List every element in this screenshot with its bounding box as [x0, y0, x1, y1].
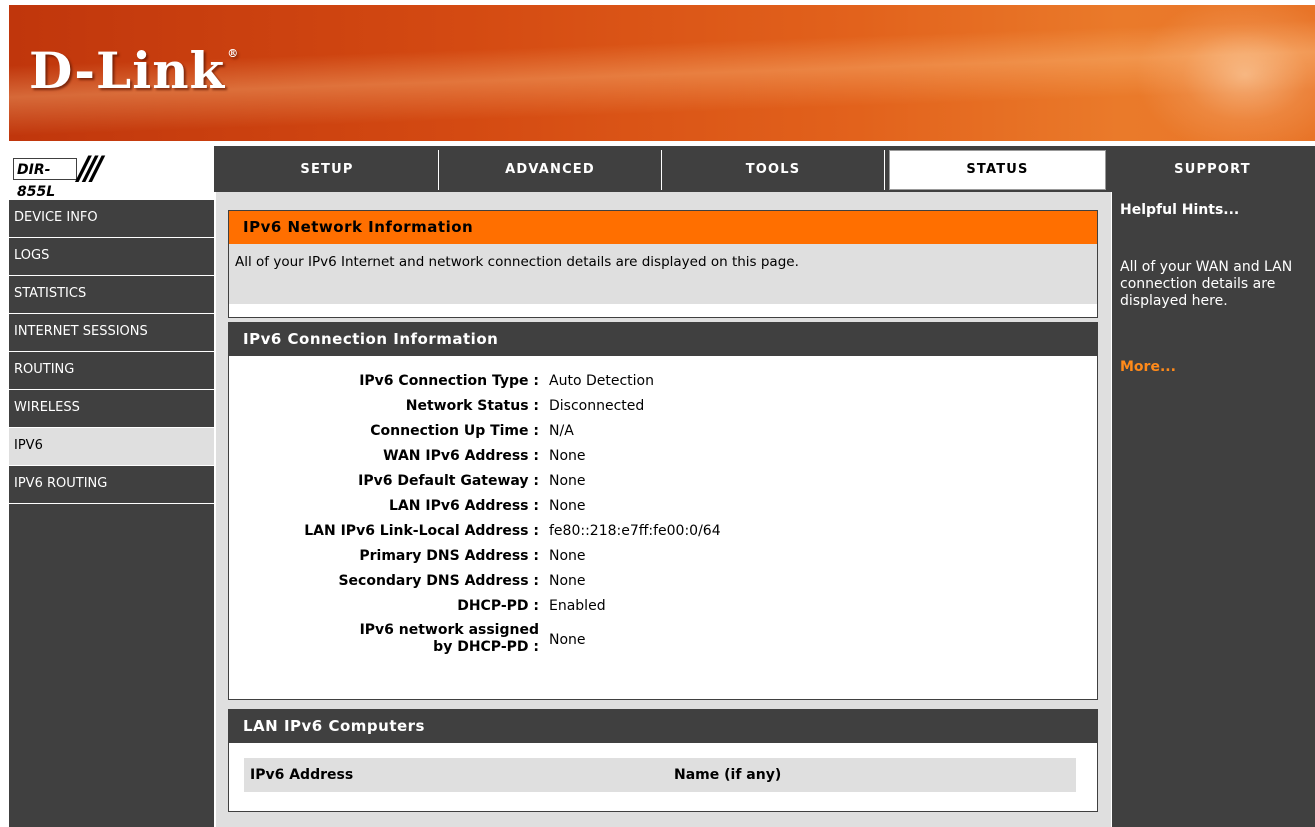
info-row-connection-type: IPv6 Connection Type : Auto Detection — [229, 369, 1097, 394]
info-value: Disconnected — [549, 398, 645, 414]
info-label: Connection Up Time : — [370, 423, 539, 439]
info-value: None — [549, 448, 586, 464]
info-label: Primary DNS Address : — [359, 548, 539, 564]
tab-setup[interactable]: SETUP — [216, 150, 439, 190]
sidebar-item-internet-sessions[interactable]: INTERNET SESSIONS — [9, 314, 214, 352]
tab-advanced[interactable]: ADVANCED — [439, 150, 662, 190]
hints-title: Helpful Hints... — [1120, 202, 1240, 218]
info-value: None — [549, 573, 586, 589]
info-value: Auto Detection — [549, 373, 654, 389]
info-label: IPv6 Default Gateway : — [358, 473, 539, 489]
info-row-default-gateway: IPv6 Default Gateway : None — [229, 469, 1097, 494]
info-label: Secondary DNS Address : — [338, 573, 539, 589]
info-value: N/A — [549, 423, 574, 439]
sidebar-item-ipv6[interactable]: IPV6 — [9, 428, 214, 466]
info-row-connection-up-time: Connection Up Time : N/A — [229, 419, 1097, 444]
hints-more-link[interactable]: More... — [1120, 359, 1176, 375]
banner-glow — [1135, 5, 1315, 141]
lan-computers-table-header: IPv6 Address Name (if any) — [243, 757, 1077, 793]
tab-support[interactable]: SUPPORT — [1110, 150, 1315, 190]
model-name: DIR-855L — [13, 158, 77, 200]
network-info-title: IPv6 Network Information — [229, 211, 1097, 244]
connection-info-list: IPv6 Connection Type : Auto Detection Net… — [229, 369, 1097, 661]
info-value: fe80::218:e7ff:fe00:0/64 — [549, 523, 721, 539]
sidebar-item-logs[interactable]: LOGS — [9, 238, 214, 276]
sidebar-item-device-info[interactable]: DEVICE INFO — [9, 200, 214, 238]
column-header-ipv6-address: IPv6 Address — [250, 767, 354, 783]
network-info-description: All of your IPv6 Internet and network co… — [229, 244, 1097, 304]
helpful-hints-panel: Helpful Hints... All of your WAN and LAN… — [1112, 192, 1315, 827]
sidebar-item-routing[interactable]: ROUTING — [9, 352, 214, 390]
info-value: None — [549, 498, 586, 514]
info-label: IPv6 Connection Type : — [359, 373, 539, 389]
lan-computers-title: LAN IPv6 Computers — [229, 710, 1097, 743]
connection-info-box: IPv6 Connection Information IPv6 Connect… — [228, 322, 1098, 700]
info-row-lan-ipv6-address: LAN IPv6 Address : None — [229, 494, 1097, 519]
tab-tools[interactable]: TOOLS — [662, 150, 885, 190]
hints-text: All of your WAN and LAN connection detai… — [1120, 259, 1293, 309]
model-badge: DIR-855L /// — [9, 146, 216, 200]
info-row-link-local-address: LAN IPv6 Link-Local Address : fe80::218:e… — [229, 519, 1097, 544]
info-value: None — [549, 473, 586, 489]
info-label: Network Status : — [405, 398, 539, 414]
dlink-logo: D-Link ® — [29, 41, 239, 100]
header-banner: D-Link ® — [9, 5, 1315, 141]
column-header-name: Name (if any) — [674, 767, 782, 783]
info-label: LAN IPv6 Link-Local Address : — [304, 523, 539, 539]
network-info-box: IPv6 Network Information All of your IPv… — [228, 210, 1098, 318]
connection-info-title: IPv6 Connection Information — [229, 323, 1097, 356]
logo-text: D-Link — [29, 41, 226, 100]
info-label-line1: IPv6 network assigned — [359, 622, 539, 638]
tab-status[interactable]: STATUS — [889, 150, 1106, 190]
info-label: LAN IPv6 Address : — [389, 498, 539, 514]
info-row-wan-ipv6-address: WAN IPv6 Address : None — [229, 444, 1097, 469]
info-label: DHCP-PD : — [457, 598, 539, 614]
sidebar-item-statistics[interactable]: STATISTICS — [9, 276, 214, 314]
info-row-secondary-dns: Secondary DNS Address : None — [229, 569, 1097, 594]
info-value: None — [549, 632, 586, 648]
model-slashes: /// — [78, 149, 103, 187]
info-row-dhcp-pd: DHCP-PD : Enabled — [229, 594, 1097, 619]
info-label: IPv6 network assigned by DHCP-PD : — [229, 622, 539, 656]
info-row-primary-dns: Primary DNS Address : None — [229, 544, 1097, 569]
info-value: Enabled — [549, 598, 606, 614]
sidebar: DEVICE INFO LOGS STATISTICS INTERNET SES… — [9, 200, 214, 827]
sidebar-item-wireless[interactable]: WIRELESS — [9, 390, 214, 428]
registered-mark: ® — [227, 47, 240, 60]
info-row-pd-network: IPv6 network assigned by DHCP-PD : None — [229, 619, 1097, 661]
lan-computers-box: LAN IPv6 Computers IPv6 Address Name (if… — [228, 709, 1098, 812]
info-label: WAN IPv6 Address : — [383, 448, 539, 464]
info-row-network-status: Network Status : Disconnected — [229, 394, 1097, 419]
info-label-line2: by DHCP-PD : — [433, 639, 539, 655]
sidebar-item-ipv6-routing[interactable]: IPV6 ROUTING — [9, 466, 214, 504]
info-value: None — [549, 548, 586, 564]
